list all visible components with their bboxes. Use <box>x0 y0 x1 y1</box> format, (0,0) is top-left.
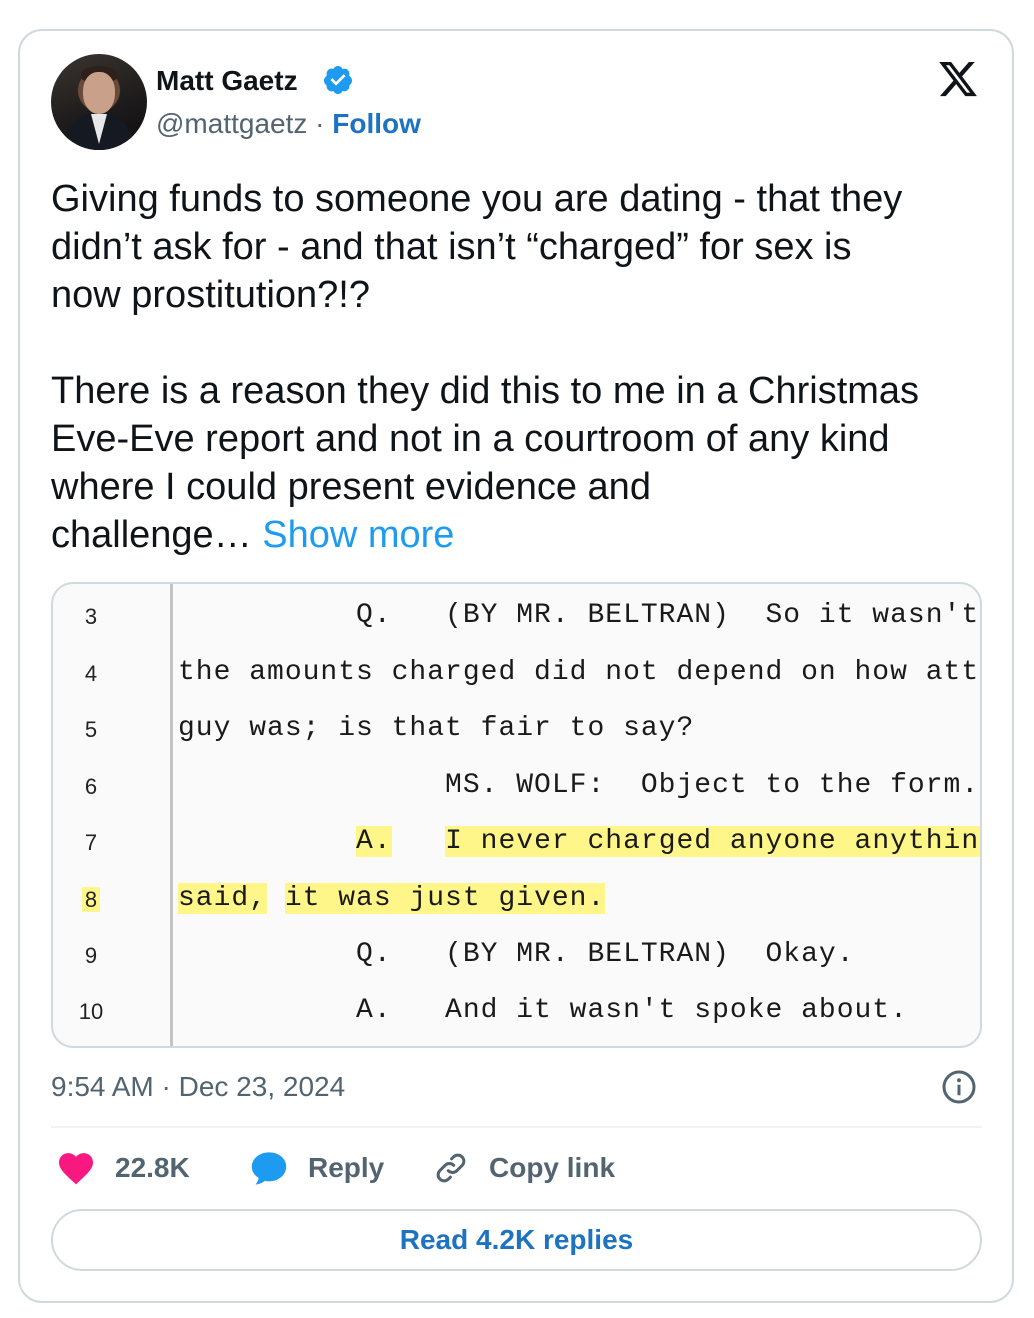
line-number-highlighted: 8 <box>63 887 119 913</box>
transcript-line: Q. (BY MR. BELTRAN) So it wasn't that <box>178 600 982 631</box>
copy-link-label: Copy link <box>489 1152 616 1183</box>
transcript-image: 3 4 5 6 7 8 9 10 Q. (BY MR. BELTRAN) So … <box>53 584 982 1046</box>
author-name[interactable]: Matt Gaetz <box>156 64 298 98</box>
reply-label: Reply <box>308 1152 385 1183</box>
follow-button[interactable]: Follow <box>332 108 421 139</box>
tweet-paragraph-1: Giving funds to someone you are dating -… <box>51 178 903 316</box>
line-number: 7 <box>84 830 98 855</box>
line-number: 5 <box>84 717 98 742</box>
show-more-link[interactable]: Show more <box>262 514 454 556</box>
media-image[interactable]: 3 4 5 6 7 8 9 10 Q. (BY MR. BELTRAN) So … <box>51 582 982 1048</box>
tweet-paragraph-2: There is a reason they did this to me in… <box>51 367 971 559</box>
tweet-text: Giving funds to someone you are dating -… <box>51 175 971 559</box>
x-logo-icon[interactable] <box>936 58 980 100</box>
copy-link-button[interactable]: Copy link <box>433 1148 615 1188</box>
tweet-timestamp[interactable]: 9:54 AM · Dec 23, 2024 <box>51 1070 345 1104</box>
transcript-gap <box>267 883 285 914</box>
tweet-paragraph-2-text: There is a reason they did this to me in… <box>51 370 920 556</box>
line-number: 9 <box>84 943 98 968</box>
transcript-line: Q. (BY MR. BELTRAN) Okay. <box>178 939 855 970</box>
highlighted-text: it was just given. <box>284 883 606 914</box>
transcript-gap <box>392 826 445 857</box>
handle-separator: · <box>307 108 333 139</box>
line-number: 3 <box>84 604 98 629</box>
highlighted-text: I never charged anyone anything. <box>445 826 980 857</box>
transcript-line: the amounts charged did not depend on ho… <box>178 657 980 688</box>
gutter-line <box>170 584 173 1046</box>
info-icon[interactable] <box>941 1069 977 1105</box>
verified-badge-icon <box>323 66 352 94</box>
like-count: 22.8K <box>115 1152 190 1183</box>
line-number: 4 <box>84 661 98 686</box>
transcript-line: MS. WOLF: Object to the form. <box>178 770 980 801</box>
reply-bubble-icon <box>251 1152 287 1185</box>
divider <box>51 1126 982 1128</box>
author-handle[interactable]: @mattgaetz <box>156 108 307 139</box>
read-replies-button[interactable]: Read 4.2K replies <box>51 1209 982 1271</box>
transcript-indent <box>178 826 356 857</box>
transcript-line: guy was; is that fair to say? <box>178 713 695 744</box>
line-number: 6 <box>84 774 98 799</box>
handle-row: @mattgaetz · Follow <box>156 107 421 141</box>
transcript-line-highlighted: A. I never charged anyone anything. <box>178 826 980 857</box>
avatar-face <box>83 72 115 114</box>
transcript-line-highlighted: said, it was just given. <box>178 883 606 914</box>
line-number: 10 <box>78 999 104 1024</box>
avatar[interactable] <box>51 54 147 150</box>
transcript-line: A. And it wasn't spoke about. <box>178 995 908 1026</box>
highlighted-text: said, <box>178 883 268 914</box>
reply-button[interactable]: Reply <box>250 1148 384 1188</box>
like-button[interactable]: 22.8K <box>57 1148 190 1188</box>
highlighted-text: A. <box>356 826 392 857</box>
heart-icon <box>59 1153 93 1185</box>
link-icon <box>436 1153 466 1183</box>
line-number-8: 8 <box>81 887 101 912</box>
